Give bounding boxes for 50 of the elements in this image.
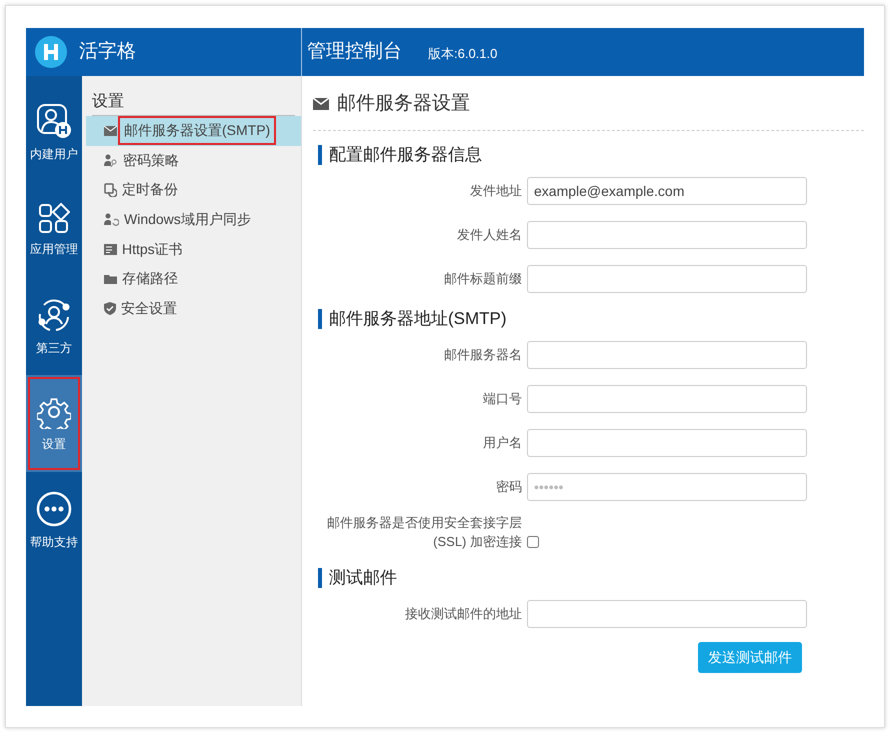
- mail-icon: [313, 98, 329, 110]
- user-icon: [36, 102, 72, 138]
- sidebar-item[interactable]: 存储路径: [86, 264, 301, 294]
- rail-item[interactable]: 内建用户: [26, 84, 82, 181]
- input-field[interactable]: [527, 384, 807, 412]
- field-label: 密码: [495, 478, 522, 496]
- sidebar-item[interactable]: Windows域用户同步: [86, 204, 301, 234]
- mail-icon: [104, 126, 117, 136]
- field-label: 邮件标题前缀: [443, 270, 522, 288]
- input-field[interactable]: [527, 220, 807, 248]
- field-label: 用户名: [482, 434, 522, 452]
- rail-item[interactable]: 帮助支持: [26, 472, 82, 569]
- user-sync-icon: [104, 213, 119, 226]
- input-field[interactable]: [527, 600, 807, 628]
- rail-item[interactable]: 应用管理: [26, 181, 82, 278]
- input-field[interactable]: [527, 428, 807, 456]
- rail-item[interactable]: 设置: [26, 375, 82, 472]
- certificate-icon: [104, 244, 117, 255]
- version-label: 版本:6.0.1.0: [428, 45, 498, 64]
- sidebar-item[interactable]: 安全设置: [86, 294, 301, 324]
- field-label: 邮件服务器是否使用安全套接字层 (SSL) 加密连接: [326, 514, 522, 551]
- people-icon: [36, 296, 72, 332]
- apps-icon: [38, 202, 70, 234]
- logo-icon: [35, 36, 67, 68]
- input-field[interactable]: [527, 340, 807, 368]
- field-label: 发件人姓名: [456, 226, 522, 244]
- section-heading: 测试邮件: [318, 568, 864, 588]
- section-heading: 配置邮件服务器信息: [318, 144, 864, 164]
- field-label: 发件地址: [469, 182, 522, 200]
- ssl-checkbox[interactable]: [527, 536, 539, 548]
- sidebar-item[interactable]: 邮件服务器设置(SMTP): [86, 116, 301, 146]
- sidebar-item[interactable]: 密码策略: [86, 146, 301, 176]
- field-label: 邮件服务器名: [443, 346, 522, 364]
- console-title: 管理控制台: [307, 40, 402, 64]
- app-name: 活字格: [79, 40, 136, 64]
- sidebar-item[interactable]: 定时备份: [86, 175, 301, 205]
- input-field[interactable]: ••••••: [527, 472, 807, 500]
- section-heading: 邮件服务器地址(SMTP): [318, 308, 864, 328]
- field-label: 端口号: [482, 390, 522, 408]
- field-label: 接收测试邮件的地址: [404, 604, 522, 623]
- backup-icon: [104, 182, 117, 197]
- sidebar-item[interactable]: Https证书: [86, 234, 301, 264]
- more-icon: [36, 490, 72, 526]
- folder-icon: [104, 274, 117, 284]
- page-title: 邮件服务器设置: [337, 92, 470, 116]
- rail-item[interactable]: 第三方: [26, 278, 82, 375]
- input-field[interactable]: [527, 264, 807, 292]
- input-field[interactable]: example@example.com: [527, 176, 807, 204]
- shield-icon: [104, 302, 116, 315]
- user-key-icon: [104, 154, 118, 167]
